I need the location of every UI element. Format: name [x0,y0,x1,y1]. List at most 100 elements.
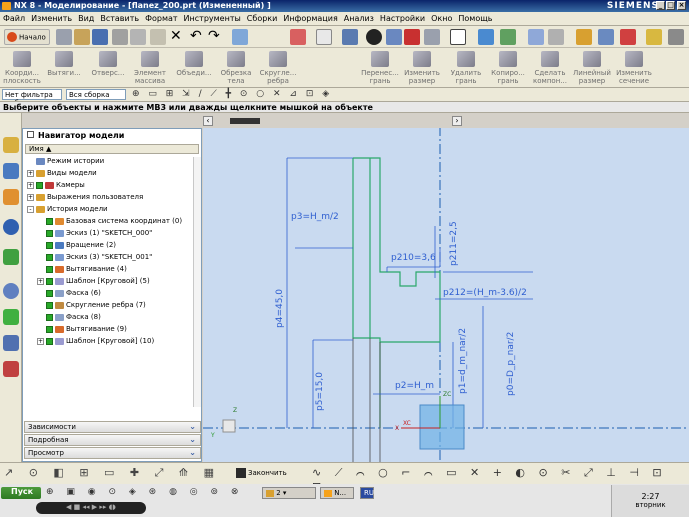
visibility-checkbox[interactable] [46,217,53,225]
shaded-icon[interactable] [386,29,402,45]
media-player-bar[interactable]: ◀ ■ ◂◂ ▶ ▸▸ ◖◗ [36,502,146,514]
history-icon[interactable] [3,283,19,299]
visibility-checkbox[interactable] [46,253,53,261]
quick-launch[interactable]: ⊕ ▣ ◉ ⊙ ◈ ⊛ ◍ ◎ ⊚ ⊗ [46,487,256,499]
expand-toggle-icon[interactable]: + [27,169,34,177]
tree-item[interactable]: Режим истории [25,157,195,169]
ribbon-button[interactable]: Вытяги... [42,50,86,86]
menu-item[interactable]: Анализ [341,12,377,25]
wireframe-icon[interactable] [404,29,420,45]
collapse-right-icon[interactable]: › [452,116,462,126]
menu-item[interactable]: Информация [280,12,340,25]
tree-item[interactable]: + Шаблон [Круговой] (5) [25,277,195,289]
menu-item[interactable]: Файл [0,12,28,25]
tree-item[interactable]: Вытягивание (9) [25,325,195,337]
fit-icon[interactable] [290,29,306,45]
measure-icon[interactable] [646,29,662,45]
pin-icon[interactable] [27,131,34,138]
menu-item[interactable]: Настройки [377,12,428,25]
tree-item[interactable]: + Шаблон [Круговой] (10) [25,337,195,349]
orient-view-icon[interactable] [232,29,248,45]
dim-p2[interactable]: p2=H_m [395,381,434,391]
dim-p212[interactable]: p212=(H_m-3.6)/2 [443,288,527,298]
system-materials-icon[interactable] [3,309,19,325]
expand-toggle-icon[interactable]: + [27,193,34,201]
new-icon[interactable] [56,29,72,45]
tree-item[interactable]: Базовая система координат (0) [25,217,195,229]
tree-item[interactable]: + Камеры [25,181,195,193]
visibility-checkbox[interactable] [46,313,53,321]
background-icon[interactable] [450,29,466,45]
close-button[interactable]: × [677,1,686,10]
expand-toggle-icon[interactable]: - [27,205,34,213]
dim-p211[interactable]: p211=2,5 [449,221,459,266]
constraint-icon[interactable] [576,29,592,45]
move-icon[interactable] [500,29,516,45]
panel-sash[interactable]: ‹ › [200,114,465,128]
ribbon-button[interactable]: Изменить сечение [612,50,656,86]
sketch-tools-left[interactable]: ↗ ⊙ ◧ ⊞ ▭ ✚ ⤢ ⟰ ▦ [4,466,224,482]
tree-item[interactable]: - История модели [25,205,195,217]
taskbar-group-windows[interactable]: 2 ▾ [262,487,316,499]
component-icon[interactable] [548,29,564,45]
tree-item[interactable]: Эскиз (3) "SKETCH_001" [25,253,195,265]
expand-toggle-icon[interactable]: + [37,337,44,345]
dim-p0[interactable]: p0=D_p_nar/2 [506,332,516,396]
tree-item[interactable]: Вращение (2) [25,241,195,253]
sketch-curve-tools[interactable]: ∿ ⟋ ⌒ ○ ⌐ ⌒ ▭ ✕ + ◐ ⊙ ✂ ⤢ ⊥ ⊣ ⊡ ⊠ [312,466,688,493]
layer-icon[interactable] [478,29,494,45]
assembly-navigator-icon[interactable] [3,137,19,153]
maximize-button[interactable]: □ [666,1,675,10]
ribbon-button[interactable]: Обрезка тела [214,50,258,86]
expand-toggle-icon[interactable]: + [37,277,44,285]
minimize-button[interactable]: _ [656,1,665,10]
visibility-checkbox[interactable] [36,181,43,189]
snap-icons[interactable]: ⊕ ▭ ⊞ ⇲ ∕ ⟋ ╋ ⊙ ○ ✕ ⊿ ⊡ ◈ [132,89,452,100]
part-navigator-icon[interactable] [3,189,19,205]
type-filter-select[interactable]: Нет фильтра выб [2,89,62,107]
dim-p4[interactable]: p4=45,0 [275,289,285,328]
expand-toggle-icon[interactable]: + [27,181,34,189]
delete-icon[interactable]: ✕ [170,29,186,45]
taskbar-nx-window[interactable]: N... [320,487,354,499]
web-browser-icon[interactable] [3,249,19,265]
tree-item[interactable]: Эскиз (1) "SKETCH_000" [25,229,195,241]
dim-p5[interactable]: p5=15,0 [315,372,325,411]
ribbon-button[interactable]: Копиро... грань [486,50,530,86]
ribbon-button[interactable]: Линейный размер [570,50,614,86]
system-tray-clock[interactable]: 2:27 вторник [611,485,689,517]
customize-icon[interactable] [668,29,684,45]
ribbon-button[interactable]: Коорди... плоскость [0,50,44,86]
finish-sketch-button[interactable]: Закончить эскиз [236,467,308,490]
menu-item[interactable]: Сборки [244,12,281,25]
ribbon-button[interactable]: Элемент массива [128,50,172,86]
collapse-left-icon[interactable]: ‹ [203,116,213,126]
menu-item[interactable]: Вид [75,12,97,25]
graphics-window[interactable]: p3=H_m/2 p4=45,0 p5=15,0 p2=H_m p210=3,6… [203,128,689,462]
visibility-checkbox[interactable] [46,241,53,249]
visibility-checkbox[interactable] [46,337,53,345]
column-header-name[interactable]: Имя ▲ [25,144,199,154]
ribbon-button[interactable]: Сделать компон... [528,50,572,86]
menu-item[interactable]: Инструменты [181,12,244,25]
ribbon-button[interactable]: Удалить грань [444,50,488,86]
open-icon[interactable] [74,29,90,45]
dim-p3[interactable]: p3=H_m/2 [291,212,339,222]
render-style-icon[interactable] [366,29,382,45]
save-icon[interactable] [92,29,108,45]
ribbon-button[interactable]: Объеди... [172,50,216,86]
ribbon-button[interactable]: Скругле... ребра [256,50,300,86]
tree-item[interactable]: + Выражения пользователя [25,193,195,205]
start-menu-button[interactable]: Пуск [1,487,41,499]
copy-icon[interactable] [130,29,146,45]
edge-icon[interactable] [424,29,440,45]
accordion-dependencies[interactable]: Зависимости ⌄ [24,421,201,433]
constraint-navigator-icon[interactable] [3,163,19,179]
assembly-filter-select[interactable]: Вся сборка [66,89,126,100]
sash-grip[interactable] [230,118,260,124]
redo-icon[interactable]: ↷ [208,29,224,45]
menu-item[interactable]: Помощь [455,12,495,25]
menu-item[interactable]: Окно [428,12,455,25]
process-studio-icon[interactable] [3,335,19,351]
paste-icon[interactable] [150,29,166,45]
